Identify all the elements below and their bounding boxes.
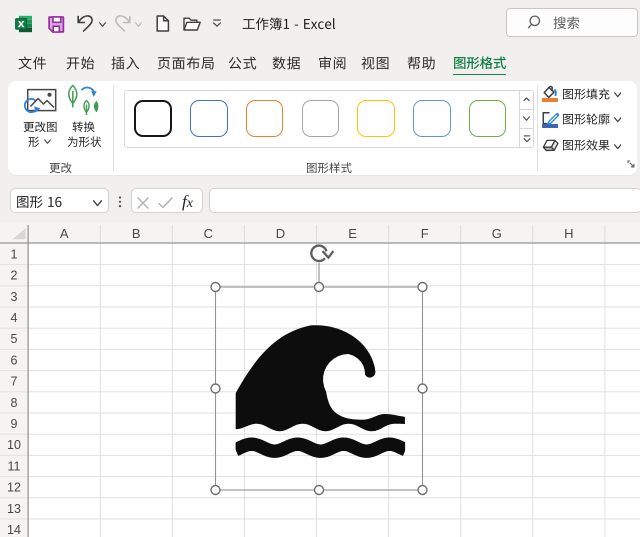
svg-text:10: 10	[7, 438, 21, 452]
svg-text:3: 3	[11, 290, 18, 304]
svg-text:9: 9	[11, 417, 18, 431]
svg-text:F: F	[421, 226, 429, 241]
svg-text:6: 6	[11, 353, 18, 367]
svg-text:13: 13	[7, 502, 21, 516]
svg-text:B: B	[132, 226, 141, 241]
svg-text:5: 5	[11, 332, 18, 346]
svg-text:1: 1	[11, 247, 18, 261]
svg-text:C: C	[204, 226, 213, 241]
svg-text:8: 8	[11, 396, 18, 410]
svg-text:H: H	[564, 226, 573, 241]
svg-text:12: 12	[7, 481, 21, 495]
svg-text:E: E	[348, 226, 357, 241]
svg-text:11: 11	[8, 459, 21, 473]
svg-text:D: D	[276, 226, 285, 241]
svg-text:G: G	[492, 226, 502, 241]
svg-text:2: 2	[11, 269, 18, 283]
svg-text:14: 14	[7, 523, 21, 537]
svg-text:7: 7	[11, 375, 18, 389]
svg-text:4: 4	[11, 311, 18, 325]
svg-text:A: A	[60, 226, 69, 241]
